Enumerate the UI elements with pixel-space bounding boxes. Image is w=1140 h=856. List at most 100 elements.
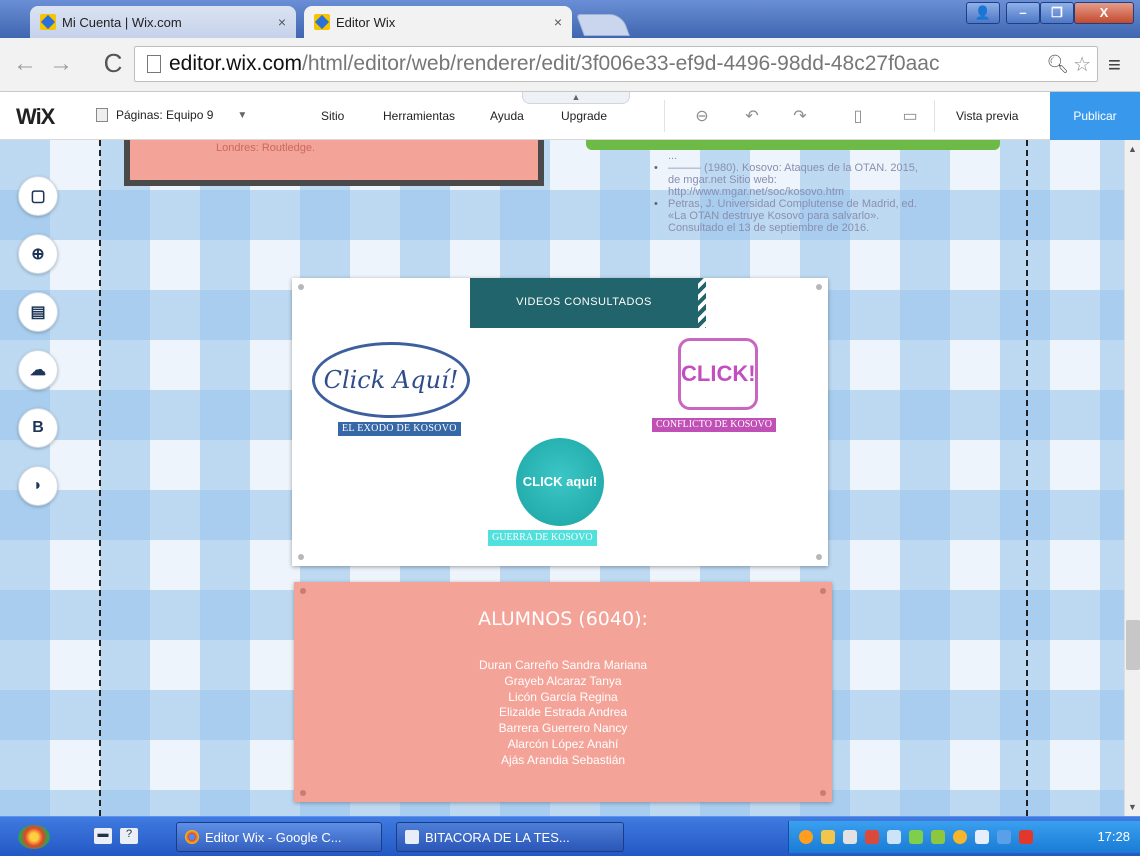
speaker-icon[interactable] — [887, 830, 901, 844]
tab-close-icon[interactable]: × — [554, 14, 562, 30]
tab-title: Editor Wix — [336, 14, 396, 30]
left-gridline — [99, 140, 101, 816]
vertical-scrollbar[interactable]: ▲ ▼ — [1124, 140, 1140, 816]
corner-pin — [300, 790, 306, 796]
sync-icon[interactable] — [931, 830, 945, 844]
reference-text: Londres: Routledge. — [216, 142, 316, 154]
exodo-label: EL EXODO DE KOSOVO — [338, 422, 461, 436]
videos-section[interactable]: VIDEOS CONSULTADOS Click Aquí! EL EXODO … — [292, 278, 828, 566]
menu-upgrade[interactable]: Upgrade — [561, 109, 607, 123]
reload-icon[interactable]: C — [98, 48, 128, 79]
monitor-icon[interactable] — [997, 830, 1011, 844]
corner-pin — [300, 588, 306, 594]
preview-button[interactable]: Vista previa — [956, 109, 1018, 123]
network-icon[interactable] — [821, 830, 835, 844]
save-icon[interactable]: ▭ — [898, 106, 922, 126]
new-tab-button[interactable] — [575, 14, 631, 36]
scroll-up-arrow-icon[interactable]: ▲ — [1128, 144, 1137, 154]
background-icon[interactable]: ▢ — [18, 176, 58, 216]
corner-pin — [820, 790, 826, 796]
wix-logo: WiX — [16, 104, 55, 129]
tab-mi-cuenta[interactable]: Mi Cuenta | Wix.com × — [30, 6, 296, 38]
editor-canvas[interactable]: Londres: Routledge. ... ——— (1980). Koso… — [0, 140, 1124, 816]
display-icon[interactable] — [975, 830, 989, 844]
green-strip[interactable] — [586, 140, 1000, 150]
user-icon[interactable]: 👤 — [966, 2, 1000, 24]
pages-icon — [96, 108, 108, 122]
chrome-menu-icon[interactable]: ≡ — [1108, 52, 1121, 78]
alumnos-title: ALUMNOS (6040): — [478, 608, 648, 630]
taskbar-item-chrome[interactable]: Editor Wix - Google C... — [176, 822, 382, 852]
exodo-video-button[interactable]: Click Aquí! — [312, 342, 470, 418]
chat-icon[interactable]: ◗ — [18, 466, 58, 506]
student-name: Grayeb Alcaraz Tanya — [504, 673, 622, 688]
show-desktop-icon[interactable]: ▬ — [94, 828, 112, 844]
tab-title: Mi Cuenta | Wix.com — [62, 14, 182, 30]
corner-pin — [820, 588, 826, 594]
url-text[interactable]: editor.wix.com/html/editor/web/renderer/… — [169, 52, 1046, 76]
taskbar-item-word[interactable]: BITACORA DE LA TES... — [396, 822, 624, 852]
add-icon[interactable]: ⊕ — [18, 234, 58, 274]
url-domain: editor.wix.com — [169, 52, 303, 75]
pages-dropdown[interactable]: Páginas: Equipo 9 ▼ — [96, 108, 247, 122]
bookmark-star-icon[interactable]: ☆ — [1073, 52, 1091, 77]
references-list[interactable]: ... ——— (1980). Kosovo: Ataques de la OT… — [654, 150, 932, 234]
scroll-thumb[interactable] — [1126, 620, 1140, 670]
menu-ayuda[interactable]: Ayuda — [490, 109, 524, 123]
alumnos-list: Duran Carreño Sandra Mariana Grayeb Alca… — [294, 658, 832, 769]
conflicto-video-button[interactable]: CLICK! — [678, 338, 758, 410]
reference-item: ——— (1980). Kosovo: Ataques de la OTAN. … — [654, 162, 932, 198]
alert-icon[interactable] — [1019, 830, 1033, 844]
address-bar[interactable]: editor.wix.com/html/editor/web/renderer/… — [134, 46, 1098, 82]
student-name: Ajás Arandia Sebastián — [500, 752, 626, 767]
mobile-view-icon[interactable]: ▯ — [846, 106, 870, 126]
chevron-down-icon: ▼ — [237, 109, 248, 121]
browser-toolbar: ← → C editor.wix.com/html/editor/web/ren… — [0, 38, 1140, 92]
student-name: Licón García Regina — [508, 689, 618, 704]
system-tray: 17:28 — [788, 821, 1140, 853]
forward-arrow-icon[interactable]: → — [46, 50, 76, 78]
back-arrow-icon[interactable]: ← — [10, 50, 40, 78]
help-icon[interactable]: ? — [120, 828, 138, 844]
right-gridline — [1026, 140, 1028, 816]
scroll-down-arrow-icon[interactable]: ▼ — [1128, 802, 1137, 812]
videos-title: VIDEOS CONSULTADOS — [470, 278, 706, 328]
add-panel-rail: ▢ ⊕ ▤ ☁ B ◗ — [18, 176, 62, 524]
undo-icon[interactable]: ↶ — [740, 106, 764, 126]
orange-app-icon[interactable] — [799, 830, 813, 844]
zoom-out-icon[interactable]: ⊖ — [690, 106, 714, 126]
security-icon[interactable] — [865, 830, 879, 844]
collapse-handle-icon[interactable]: ▲ — [522, 92, 630, 104]
menu-herramientas[interactable]: Herramientas — [383, 109, 455, 123]
corner-pin — [298, 284, 304, 290]
minimize-button[interactable]: – — [1006, 2, 1040, 24]
close-window-button[interactable]: X — [1074, 2, 1134, 24]
signal-icon[interactable] — [909, 830, 923, 844]
redo-icon[interactable]: ↷ — [788, 106, 812, 126]
tab-editor-wix[interactable]: Editor Wix × — [304, 6, 572, 38]
reference-box-left[interactable]: Londres: Routledge. — [124, 140, 544, 186]
messenger-icon[interactable] — [953, 830, 967, 844]
divider — [664, 100, 665, 132]
chrome-icon — [185, 830, 199, 844]
windows-taskbar: ▬ ? Editor Wix - Google C... BITACORA DE… — [0, 816, 1140, 856]
menu-sitio[interactable]: Sitio — [321, 109, 344, 123]
guerra-video-button[interactable]: CLICK aquí! — [516, 438, 604, 526]
corner-pin — [816, 284, 822, 290]
divider — [934, 100, 935, 132]
tab-close-icon[interactable]: × — [278, 14, 286, 30]
publish-button[interactable]: Publicar — [1050, 92, 1140, 140]
blog-icon[interactable]: B — [18, 408, 58, 448]
zoom-icon[interactable]: 🔍︎ — [1046, 54, 1069, 75]
app-market-icon[interactable]: ▤ — [18, 292, 58, 332]
wix-favicon-icon — [40, 14, 56, 30]
upload-cloud-icon[interactable]: ☁ — [18, 350, 58, 390]
wix-favicon-icon — [314, 14, 330, 30]
pages-label: Páginas: Equipo 9 — [116, 108, 214, 122]
volume-icon[interactable] — [843, 830, 857, 844]
corner-pin — [298, 554, 304, 560]
corner-pin — [816, 554, 822, 560]
maximize-button[interactable]: ❐ — [1040, 2, 1074, 24]
alumnos-section[interactable]: ALUMNOS (6040): Duran Carreño Sandra Mar… — [294, 582, 832, 802]
start-button[interactable] — [18, 825, 50, 849]
